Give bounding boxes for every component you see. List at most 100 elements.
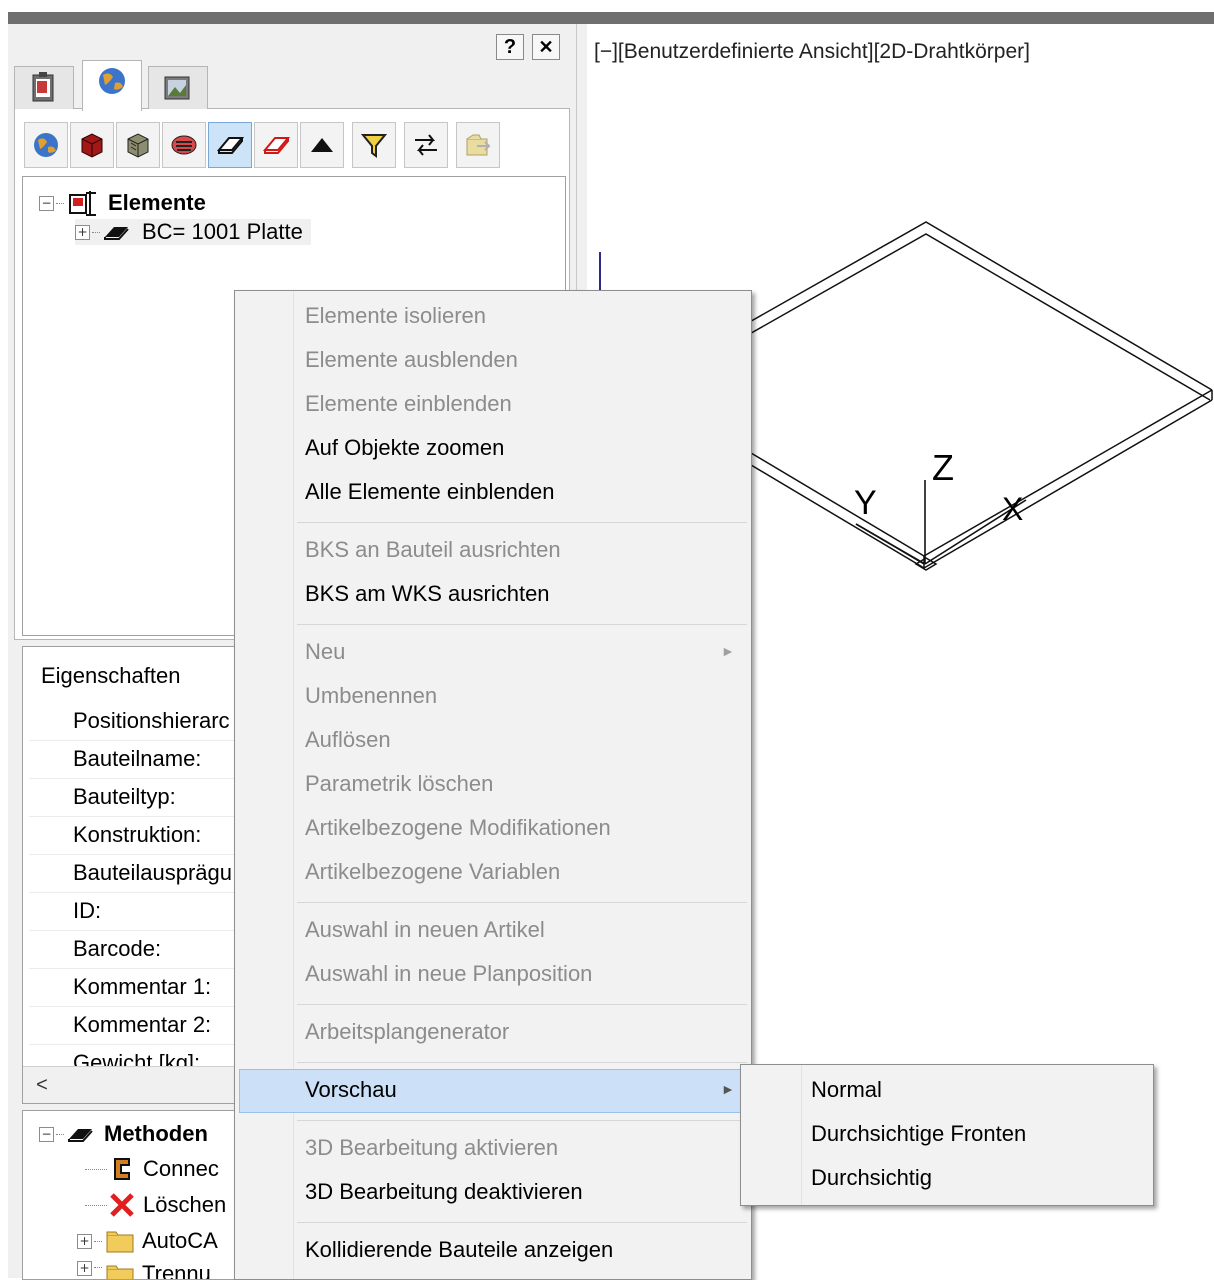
toolbar-panel-button[interactable] — [208, 122, 252, 168]
menu-item-elemente-ausblenden[interactable]: Elemente ausblenden — [305, 347, 518, 373]
property-label: ID: — [73, 898, 102, 923]
menu-icon-gutter — [801, 1065, 802, 1205]
menu-item-bks-an-bauteil[interactable]: BKS an Bauteil ausrichten — [305, 537, 561, 563]
menu-item-elemente-isolieren[interactable]: Elemente isolieren — [305, 303, 486, 329]
collapse-toggle[interactable]: − — [39, 1126, 54, 1142]
menu-item-arbeitsplangenerator[interactable]: Arbeitsplangenerator — [305, 1019, 509, 1045]
submenu-item-durchsichtige-fronten[interactable]: Durchsichtige Fronten — [811, 1121, 1026, 1147]
menu-item-3d-deaktivieren[interactable]: 3D Bearbeitung deaktivieren — [305, 1179, 583, 1205]
property-label: Positionshierarc — [73, 708, 230, 733]
property-label: Bauteilname: — [73, 746, 202, 771]
method-item[interactable]: + AutoCA — [77, 1227, 218, 1255]
menu-icon-gutter — [293, 291, 294, 1279]
method-item[interactable]: Löschen — [85, 1191, 226, 1219]
menu-item-artikelbezogene-modifikationen[interactable]: Artikelbezogene Modifikationen — [305, 815, 611, 841]
menu-item-3d-aktivieren[interactable]: 3D Bearbeitung aktivieren — [305, 1135, 558, 1161]
submenu-arrow-icon: ► — [721, 1081, 735, 1097]
help-button[interactable]: ? — [496, 34, 524, 60]
menu-item-bks-am-wks[interactable]: BKS am WKS ausrichten — [305, 581, 550, 607]
axis-z-label: Z — [932, 447, 954, 488]
axis-y-label: Y — [854, 484, 877, 522]
tree-child-label: BC= 1001 Platte — [142, 219, 303, 244]
menu-separator — [297, 1222, 747, 1223]
toolbar-red-panel-button[interactable] — [254, 122, 298, 168]
menu-item-parametrik-loeschen[interactable]: Parametrik löschen — [305, 771, 493, 797]
method-label: Trennu — [142, 1261, 211, 1279]
menu-item-auf-objekte-zoomen[interactable]: Auf Objekte zoomen — [305, 435, 504, 461]
submenu-arrow-icon: ► — [721, 643, 735, 659]
toolbar-up-button[interactable] — [300, 122, 344, 168]
menu-item-auswahl-neuer-artikel[interactable]: Auswahl in neuen Artikel — [305, 917, 545, 943]
menu-separator — [297, 522, 747, 523]
menu-item-umbenennen[interactable]: Umbenennen — [305, 683, 437, 709]
method-label: AutoCA — [142, 1228, 218, 1253]
menu-item-kollidierende-bauteile[interactable]: Kollidierende Bauteile anzeigen — [305, 1237, 613, 1263]
menu-separator — [297, 624, 747, 625]
menu-item-artikelbezogene-variablen[interactable]: Artikelbezogene Variablen — [305, 859, 560, 885]
image-folder-icon — [164, 76, 190, 100]
toolbar-export-button[interactable] — [456, 122, 500, 168]
menu-separator — [297, 1120, 747, 1121]
top-strip — [0, 0, 1214, 12]
folder-icon — [106, 1231, 134, 1253]
globe-icon — [99, 68, 125, 94]
menu-item-elemente-einblenden[interactable]: Elemente einblenden — [305, 391, 512, 417]
menu-item-vorschau[interactable]: Vorschau — [305, 1077, 397, 1103]
tab-image-folder[interactable] — [148, 66, 208, 109]
toolbar-swap-button[interactable] — [404, 122, 448, 168]
tree-root-label: Elemente — [108, 190, 206, 215]
tab-clipboard[interactable] — [14, 66, 74, 109]
elements-root-icon — [69, 191, 96, 216]
collapse-toggle[interactable]: − — [39, 195, 54, 211]
panel-icon — [68, 1129, 93, 1142]
property-label: Kommentar 2: — [73, 1012, 212, 1037]
ucs-axes — [855, 480, 1027, 565]
toolbar-layers-button[interactable] — [162, 122, 206, 168]
toolbar-filter-button[interactable] — [352, 122, 396, 168]
scroll-left-button[interactable]: < — [27, 1070, 57, 1100]
context-menu: Elemente isolieren Elemente ausblenden E… — [234, 290, 752, 1280]
method-item[interactable]: Connec — [85, 1155, 219, 1183]
menu-item-neu[interactable]: Neu — [305, 639, 345, 665]
property-label: Konstruktion: — [73, 822, 202, 847]
property-label: Bauteiltyp: — [73, 784, 176, 809]
method-item[interactable]: + Trennu — [77, 1261, 211, 1279]
toolbar-grey-box-button[interactable] — [116, 122, 160, 168]
axis-x-label: X — [1002, 491, 1023, 527]
menu-item-auswahl-neue-planposition[interactable]: Auswahl in neue Planposition — [305, 961, 592, 987]
expand-toggle[interactable]: + — [75, 224, 90, 240]
panel-icon — [216, 137, 245, 154]
expand-toggle[interactable]: + — [77, 1261, 92, 1276]
property-label: Kommentar 1: — [73, 974, 212, 999]
clipboard-icon — [32, 72, 54, 102]
connector-icon — [114, 1158, 130, 1180]
property-label: Bauteilausprägu — [73, 860, 233, 885]
methods-root-row[interactable]: − Methoden — [39, 1121, 208, 1147]
methods-root-label: Methoden — [104, 1121, 208, 1146]
menu-separator — [297, 1062, 747, 1063]
menu-item-alle-elemente-einblenden[interactable]: Alle Elemente einblenden — [305, 479, 555, 505]
expand-toggle[interactable]: + — [77, 1233, 92, 1249]
submenu-item-durchsichtig[interactable]: Durchsichtig — [811, 1165, 932, 1191]
delete-x-icon — [110, 1193, 134, 1217]
folder-arrow-icon — [466, 134, 491, 156]
toolbar-globe-button[interactable] — [24, 122, 68, 168]
grey-box-icon — [127, 133, 149, 158]
tab-globe[interactable] — [82, 60, 142, 111]
triangle-up-icon — [311, 138, 333, 152]
red-panel-icon — [262, 137, 291, 154]
close-button[interactable]: ✕ — [532, 34, 560, 60]
tree-root-row[interactable]: − Elemente — [39, 189, 206, 217]
tree-toolbar — [22, 122, 562, 170]
layers-icon — [171, 135, 197, 155]
vorschau-submenu: Normal Durchsichtige Fronten Durchsichti… — [740, 1064, 1154, 1206]
submenu-item-normal[interactable]: Normal — [811, 1077, 882, 1103]
menu-item-aufloesen[interactable]: Auflösen — [305, 727, 391, 753]
method-label: Löschen — [143, 1192, 227, 1217]
toolbar-red-box-button[interactable] — [70, 122, 114, 168]
folder-icon — [106, 1265, 134, 1279]
tree-child-row[interactable]: + BC= 1001 Platte — [75, 219, 311, 245]
panel-icon — [104, 227, 129, 240]
menu-separator — [297, 1004, 747, 1005]
property-label: Barcode: — [73, 936, 162, 961]
